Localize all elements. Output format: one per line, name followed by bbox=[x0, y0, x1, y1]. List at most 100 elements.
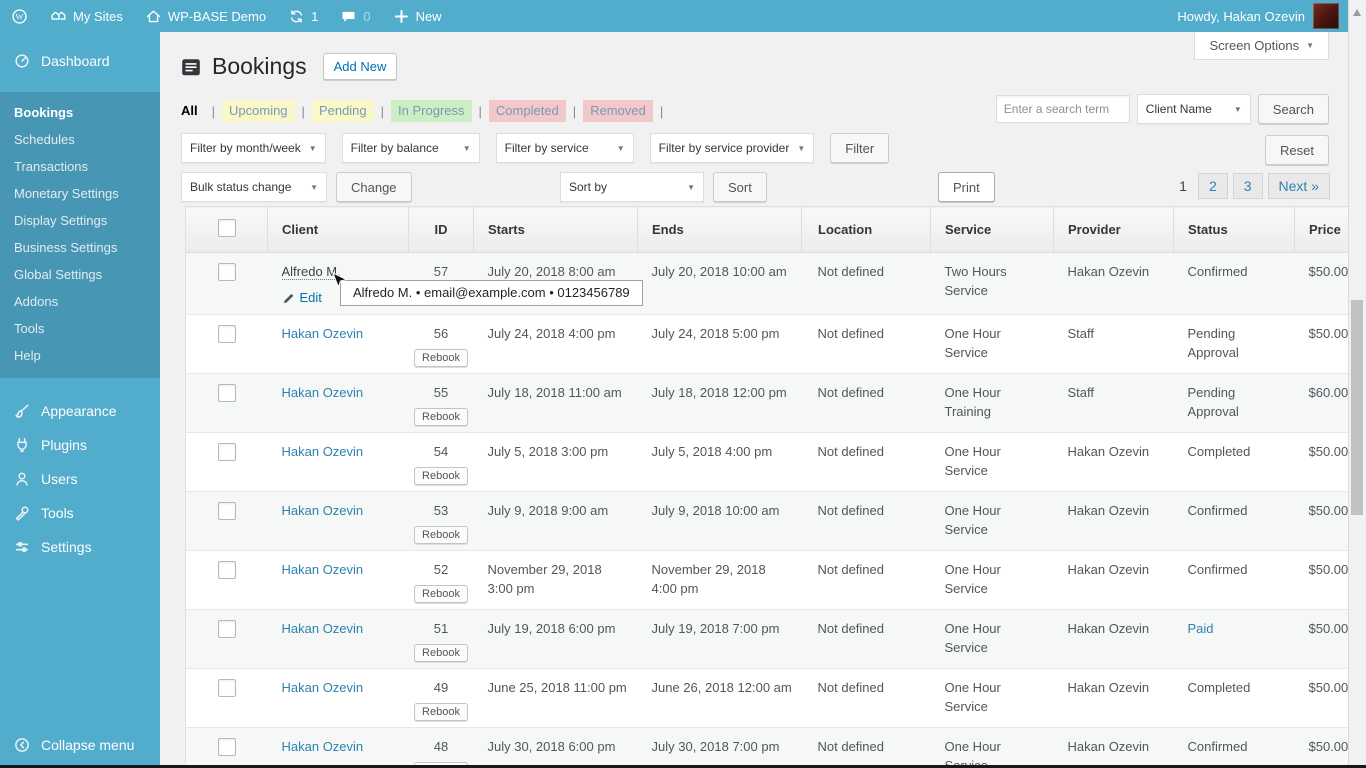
status-tab[interactable]: Removed bbox=[583, 100, 653, 122]
row-checkbox[interactable] bbox=[217, 324, 236, 343]
vertical-scrollbar[interactable] bbox=[1348, 0, 1366, 768]
users-icon bbox=[13, 470, 31, 488]
client-info-tooltip: Alfredo M. • email@example.com • 0123456… bbox=[340, 280, 643, 306]
column-header[interactable]: Client bbox=[267, 206, 409, 253]
filter-select[interactable]: Filter by service ▼ bbox=[495, 133, 634, 163]
client-link[interactable]: Hakan Ozevin bbox=[282, 444, 364, 459]
submenu-item[interactable]: Bookings bbox=[0, 99, 160, 126]
submenu-item[interactable]: Tools bbox=[0, 315, 160, 342]
client-link[interactable]: Hakan Ozevin bbox=[282, 562, 364, 577]
submenu-item[interactable]: Help bbox=[0, 342, 160, 369]
collapse-menu-button[interactable]: Collapse menu bbox=[0, 728, 160, 762]
chevron-down-icon: ▼ bbox=[616, 143, 625, 153]
rebook-button[interactable]: Rebook bbox=[414, 525, 468, 544]
sidebar-item-dashboard[interactable]: Dashboard bbox=[0, 44, 160, 78]
howdy-account-menu[interactable]: Howdy, Hakan Ozevin bbox=[1177, 9, 1305, 24]
rebook-button[interactable]: Rebook bbox=[414, 643, 468, 662]
client-link[interactable]: Hakan Ozevin bbox=[282, 326, 364, 341]
select-all-checkbox[interactable] bbox=[217, 219, 236, 237]
bulk-status-select[interactable]: Bulk status change ▼ bbox=[181, 172, 327, 202]
client-link[interactable]: Hakan Ozevin bbox=[282, 503, 364, 518]
pagination-page[interactable]: 2 bbox=[1197, 173, 1228, 199]
search-button[interactable]: Search bbox=[1257, 94, 1329, 124]
rebook-button[interactable]: Rebook bbox=[414, 584, 468, 603]
filter-select[interactable]: Filter by service provider ▼ bbox=[649, 133, 815, 163]
submenu-item[interactable]: Schedules bbox=[0, 126, 160, 153]
add-new-button[interactable]: Add New bbox=[322, 53, 398, 80]
sort-button[interactable]: Sort bbox=[713, 172, 767, 202]
column-header[interactable]: Provider bbox=[1053, 206, 1174, 253]
column-header[interactable]: Location bbox=[801, 206, 931, 253]
row-checkbox[interactable] bbox=[217, 263, 236, 281]
pagination-page[interactable]: 3 bbox=[1232, 173, 1263, 199]
filter-select[interactable]: Filter by month/week ▼ bbox=[181, 133, 326, 163]
status-tab[interactable]: All bbox=[181, 100, 205, 122]
reset-button[interactable]: Reset bbox=[1265, 135, 1329, 165]
screen-options-toggle[interactable]: Screen Options ▼ bbox=[1194, 32, 1329, 60]
edit-link[interactable]: Edit bbox=[300, 289, 322, 308]
row-checkbox[interactable] bbox=[217, 383, 236, 402]
chevron-down-icon: ▼ bbox=[308, 143, 317, 153]
column-header[interactable]: Service bbox=[930, 206, 1054, 253]
client-link[interactable]: Hakan Ozevin bbox=[282, 680, 364, 695]
column-header[interactable]: ID bbox=[408, 206, 474, 253]
sidebar-item[interactable]: Tools bbox=[0, 496, 160, 530]
column-header[interactable]: Ends bbox=[637, 206, 802, 253]
new-content-menu[interactable]: New bbox=[382, 0, 453, 32]
row-checkbox[interactable] bbox=[217, 737, 236, 756]
sidebar-item-label: Dashboard bbox=[41, 53, 110, 69]
submenu-item[interactable]: Addons bbox=[0, 288, 160, 315]
search-field-select[interactable]: Client Name ▼ bbox=[1136, 94, 1251, 124]
row-checkbox[interactable] bbox=[217, 619, 236, 638]
scrollbar-thumb[interactable] bbox=[1351, 300, 1363, 515]
filter-button[interactable]: Filter bbox=[830, 133, 890, 163]
status-tab[interactable]: Upcoming bbox=[222, 100, 295, 122]
search-input[interactable] bbox=[995, 95, 1130, 123]
sidebar-item[interactable]: Plugins bbox=[0, 428, 160, 462]
rebook-button[interactable]: Rebook bbox=[414, 407, 468, 426]
submenu-item[interactable]: Global Settings bbox=[0, 261, 160, 288]
status-tab[interactable]: Completed bbox=[488, 100, 566, 122]
my-sites-menu[interactable]: My Sites bbox=[39, 0, 134, 32]
column-header[interactable]: Status bbox=[1173, 206, 1295, 253]
row-checkbox[interactable] bbox=[217, 560, 236, 579]
chevron-down-icon: ▼ bbox=[310, 182, 318, 192]
price-cell: $50.00 bbox=[1294, 431, 1349, 492]
client-link[interactable]: Hakan Ozevin bbox=[282, 739, 364, 754]
price-cell: $50.00 bbox=[1294, 667, 1349, 728]
sidebar-item[interactable]: Users bbox=[0, 462, 160, 496]
submenu-item[interactable]: Business Settings bbox=[0, 234, 160, 261]
submenu-item[interactable]: Monetary Settings bbox=[0, 180, 160, 207]
site-name-menu[interactable]: WP-BASE Demo bbox=[134, 0, 277, 32]
submenu-item[interactable]: Display Settings bbox=[0, 207, 160, 234]
client-link[interactable]: Hakan Ozevin bbox=[282, 385, 364, 400]
column-header[interactable]: Price bbox=[1294, 206, 1349, 253]
row-checkbox[interactable] bbox=[217, 501, 236, 520]
sidebar-item[interactable]: Settings bbox=[0, 530, 160, 564]
scrollbar-up-arrow[interactable] bbox=[1353, 5, 1361, 16]
submenu-item[interactable]: Transactions bbox=[0, 153, 160, 180]
wordpress-logo[interactable]: W bbox=[0, 0, 39, 32]
updates-indicator[interactable]: 1 bbox=[277, 0, 329, 32]
filter-select[interactable]: Filter by balance ▼ bbox=[341, 133, 480, 163]
service-cell: One Hour Service bbox=[930, 667, 1054, 728]
client-link[interactable]: Alfredo M. bbox=[281, 264, 341, 280]
rebook-button[interactable]: Rebook bbox=[414, 348, 468, 367]
rebook-button[interactable]: Rebook bbox=[414, 702, 468, 721]
print-button[interactable]: Print bbox=[938, 172, 995, 202]
status-tab[interactable]: In Progress bbox=[391, 100, 472, 122]
location-cell: Not defined bbox=[801, 431, 931, 492]
status-tab[interactable]: Pending bbox=[311, 100, 374, 122]
rebook-button[interactable]: Rebook bbox=[414, 466, 468, 485]
collapse-menu-wrap: Collapse menu bbox=[0, 728, 160, 762]
sidebar-item[interactable]: Appearance bbox=[0, 394, 160, 428]
row-checkbox[interactable] bbox=[217, 678, 236, 697]
column-header[interactable]: Starts bbox=[473, 206, 638, 253]
sort-by-select[interactable]: Sort by ▼ bbox=[560, 172, 704, 202]
comments-indicator[interactable]: 0 bbox=[329, 0, 381, 32]
client-link[interactable]: Hakan Ozevin bbox=[282, 621, 364, 636]
change-button[interactable]: Change bbox=[336, 172, 412, 202]
avatar[interactable] bbox=[1313, 3, 1339, 29]
row-checkbox[interactable] bbox=[217, 442, 236, 461]
pagination-next[interactable]: Next » bbox=[1267, 173, 1330, 199]
